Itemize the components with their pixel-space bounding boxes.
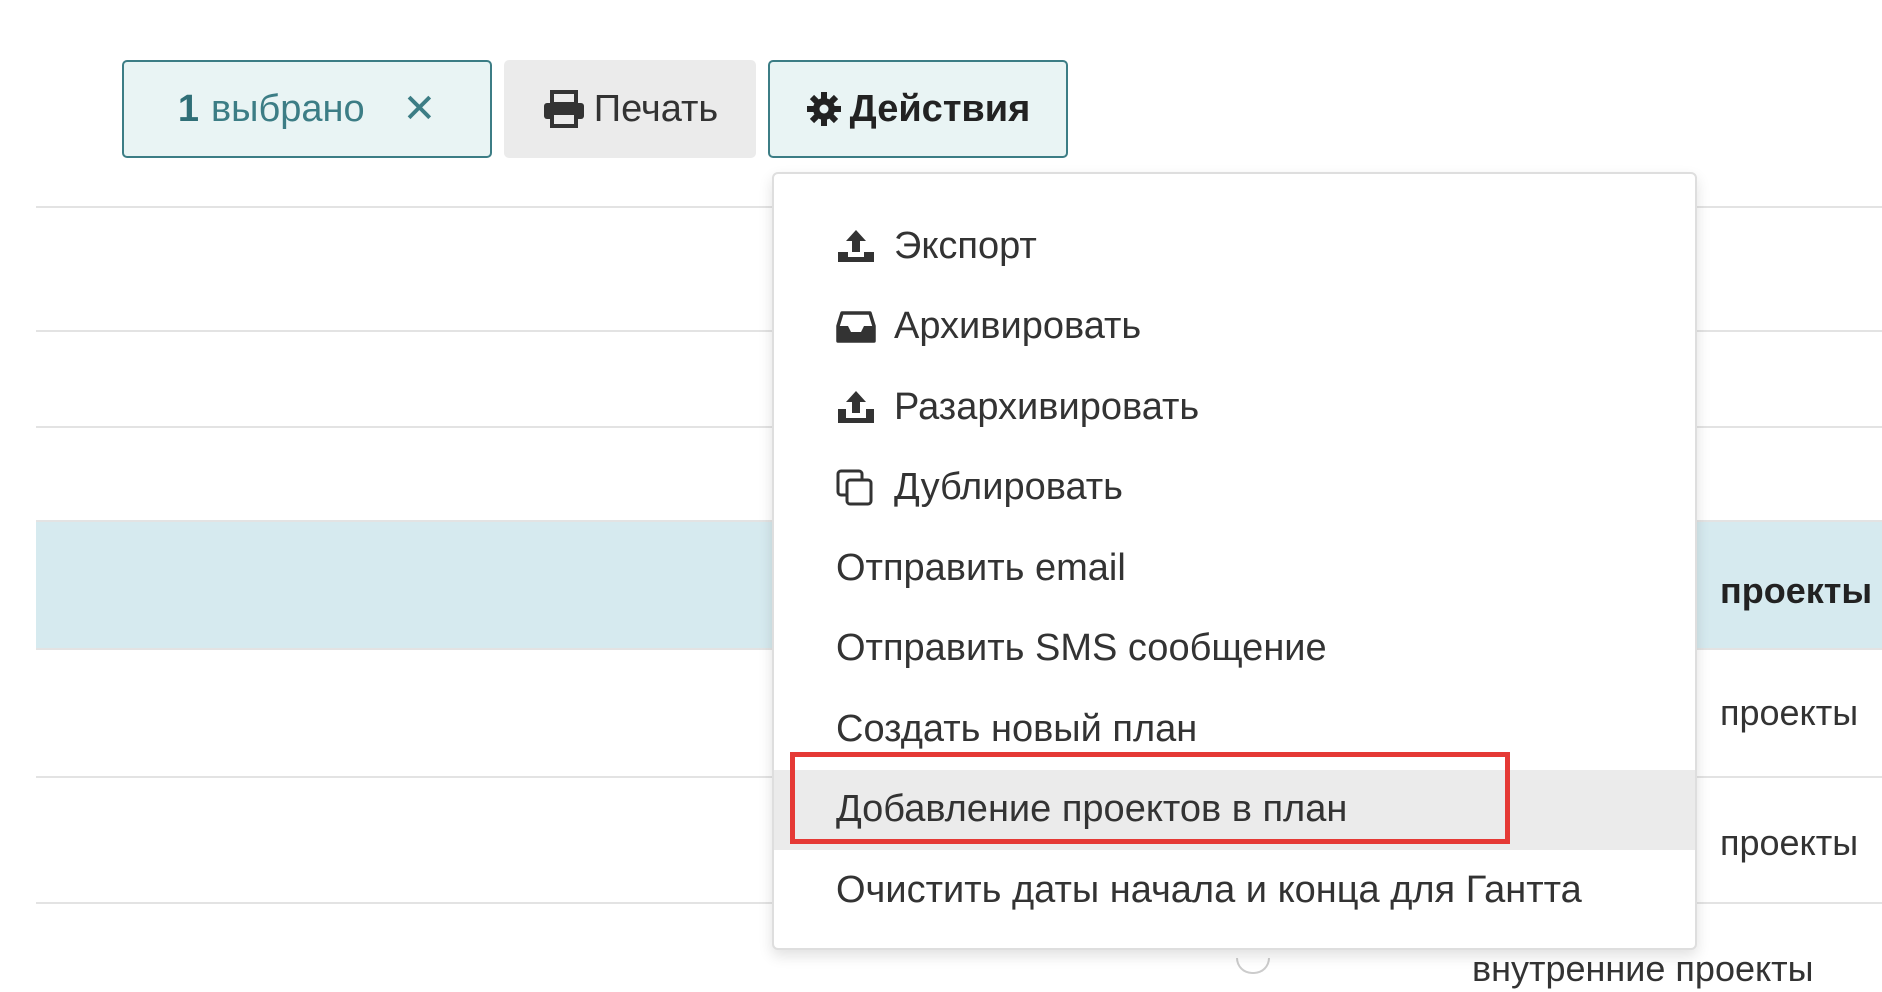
menu-item-label: Создать новый план [836,707,1198,750]
print-button-label: Печать [593,87,719,130]
bulk-actions-toolbar: 1 выбрано ✕ Печать Действия [122,60,1068,158]
menu-item-label: Добавление проектов в план [836,788,1348,831]
menu-item-label: Отправить SMS сообщение [836,627,1327,670]
row-radio-button[interactable] [1236,958,1270,974]
menu-item-archive[interactable]: Архивировать [774,287,1695,368]
menu-item-add-projects-to-plan[interactable]: Добавление проектов в план [774,769,1695,850]
menu-item-send-sms[interactable]: Отправить SMS сообщение [774,609,1695,690]
menu-item-export[interactable]: Экспорт [774,206,1695,287]
selection-label: выбрано [210,87,365,130]
copy-icon [836,469,882,507]
menu-item-send-email[interactable]: Отправить email [774,528,1695,609]
printer-icon [542,89,586,129]
selection-count: 1 [177,87,199,130]
actions-button[interactable]: Действия [768,60,1068,158]
menu-item-label: Очистить даты начала и конца для Гантта [836,868,1582,911]
menu-item-label: Отправить email [836,546,1126,589]
actions-button-label: Действия [849,87,1031,130]
inbox-icon [836,310,882,344]
selection-count-button[interactable]: 1 выбрано ✕ [122,60,492,158]
clear-selection-icon[interactable]: ✕ [403,86,437,132]
upload-tray-icon [836,228,882,264]
menu-item-label: Разархивировать [894,385,1200,428]
menu-item-label: Дублировать [894,466,1123,509]
upload-tray-icon [836,389,882,425]
menu-item-label: Архивировать [894,305,1142,348]
screen: проекты проекты проекты внутренние проек… [0,0,1882,992]
gear-icon [806,91,842,127]
table-cell-category: внутренние проекты [1472,948,1814,989]
menu-item-unarchive[interactable]: Разархивировать [774,367,1695,448]
actions-dropdown-menu: Экспорт Архивировать Разархивировать Дуб… [772,172,1697,950]
table-cell-category: проекты [1720,570,1873,611]
print-button[interactable]: Печать [504,60,756,158]
menu-item-label: Экспорт [894,224,1037,267]
table-cell-category: проекты [1720,822,1859,863]
menu-item-clear-gantt-dates[interactable]: Очистить даты начала и конца для Гантта [774,850,1695,931]
menu-item-create-plan[interactable]: Создать новый план [774,689,1695,770]
menu-item-duplicate[interactable]: Дублировать [774,448,1695,529]
table-cell-category: проекты [1720,692,1859,733]
